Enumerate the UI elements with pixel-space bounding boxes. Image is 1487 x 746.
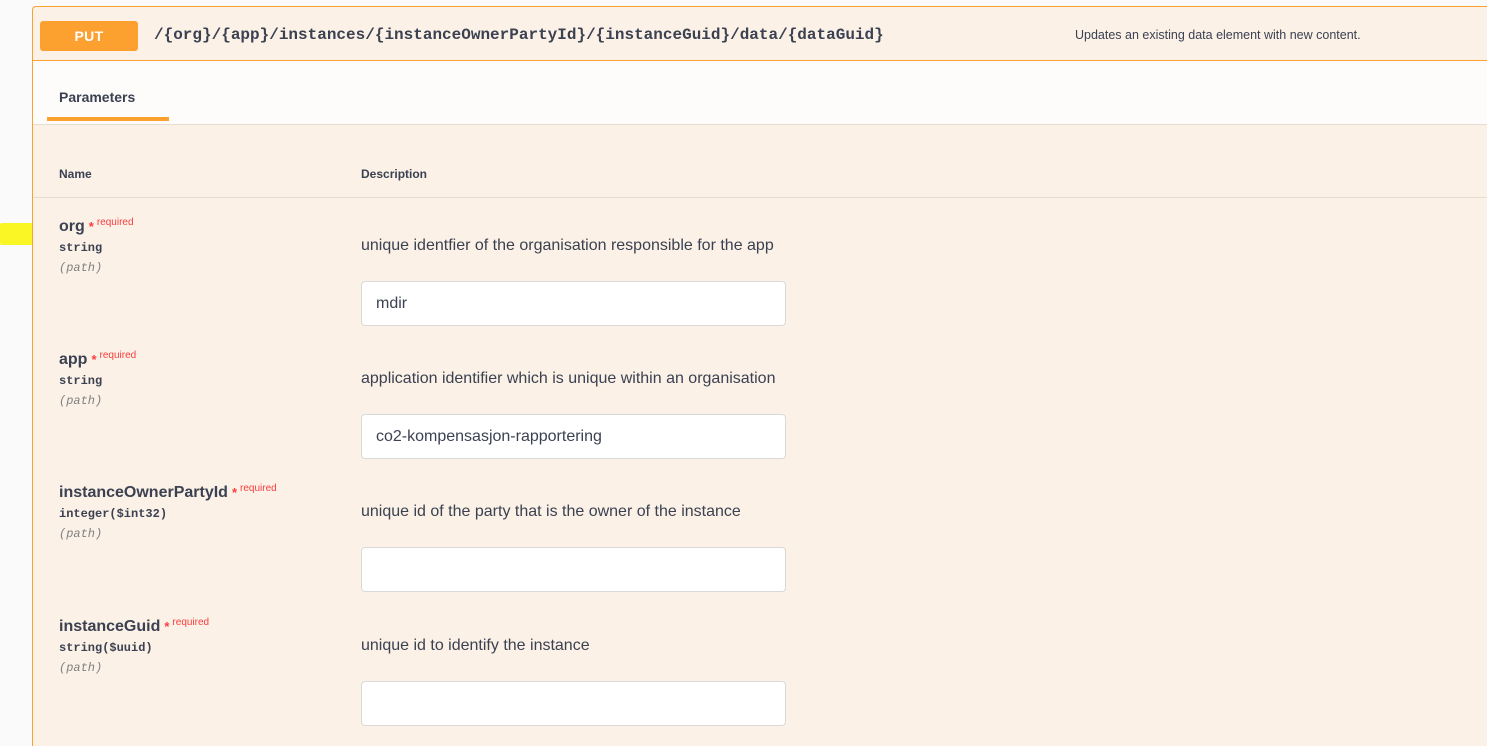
parameter-location: (path) bbox=[59, 261, 103, 275]
operation-block: PUT /{org}/{app}/instances/{instanceOwne… bbox=[32, 6, 1487, 746]
parameter-name: org * required bbox=[59, 217, 134, 236]
required-star: * bbox=[91, 352, 97, 367]
parameter-name: instanceGuid * required bbox=[59, 617, 209, 636]
parameter-description: unique id to identify the instance bbox=[361, 637, 590, 654]
http-method-badge: PUT bbox=[40, 21, 138, 51]
parameter-name: instanceOwnerPartyId * required bbox=[59, 483, 277, 502]
operation-summary-description: Updates an existing data element with ne… bbox=[1075, 28, 1361, 42]
required-label: required bbox=[240, 483, 277, 494]
parameters-section-header: Parameters bbox=[33, 61, 1487, 125]
parameter-type: string bbox=[59, 241, 103, 255]
instance-owner-party-id-input[interactable] bbox=[361, 547, 786, 592]
required-label: required bbox=[99, 350, 137, 361]
parameter-row-instance-owner-party-id: instanceOwnerPartyId * required integer($i… bbox=[33, 483, 1487, 603]
parameter-type: string bbox=[59, 374, 103, 388]
parameter-description: application identifier which is unique w… bbox=[361, 370, 776, 387]
required-star: * bbox=[231, 485, 238, 500]
column-header-name: Name bbox=[59, 167, 92, 181]
parameter-type: integer($int32) bbox=[59, 507, 168, 521]
required-label: required bbox=[96, 217, 134, 228]
parameter-location: (path) bbox=[59, 394, 103, 408]
parameter-location: (path) bbox=[59, 661, 103, 675]
parameter-name-text: instanceGuid bbox=[59, 618, 161, 635]
parameter-location: (path) bbox=[59, 527, 103, 541]
parameter-name-text: app bbox=[59, 351, 88, 368]
required-label: required bbox=[172, 617, 210, 628]
org-input[interactable] bbox=[361, 281, 786, 326]
column-header-description: Description bbox=[361, 167, 428, 181]
required-star: * bbox=[88, 219, 94, 234]
parameter-description: unique identfier of the organisation res… bbox=[361, 237, 774, 254]
parameter-row-org: org * required string (path) unique identf… bbox=[33, 217, 1487, 337]
operation-summary[interactable]: PUT /{org}/{app}/instances/{instanceOwne… bbox=[33, 7, 1487, 61]
instance-guid-input[interactable] bbox=[361, 681, 786, 726]
tab-parameters[interactable]: Parameters bbox=[59, 89, 135, 105]
parameter-row-app: app * required string (path) application i… bbox=[33, 350, 1487, 470]
parameter-name-text: instanceOwnerPartyId bbox=[59, 484, 228, 501]
parameter-description: unique id of the party that is the owner… bbox=[361, 503, 741, 520]
app-input[interactable] bbox=[361, 414, 786, 459]
operation-path: /{org}/{app}/instances/{instanceOwnerPar… bbox=[154, 26, 884, 44]
required-star: * bbox=[164, 619, 170, 634]
parameter-row-instance-guid: instanceGuid * required string($uuid) (pat… bbox=[33, 617, 1487, 746]
parameter-name: app * required bbox=[59, 350, 136, 369]
parameter-name-text: org bbox=[59, 218, 85, 235]
tab-active-indicator bbox=[47, 117, 169, 121]
parameters-table-header: Name Description bbox=[33, 157, 1487, 198]
parameter-type: string($uuid) bbox=[59, 641, 153, 655]
